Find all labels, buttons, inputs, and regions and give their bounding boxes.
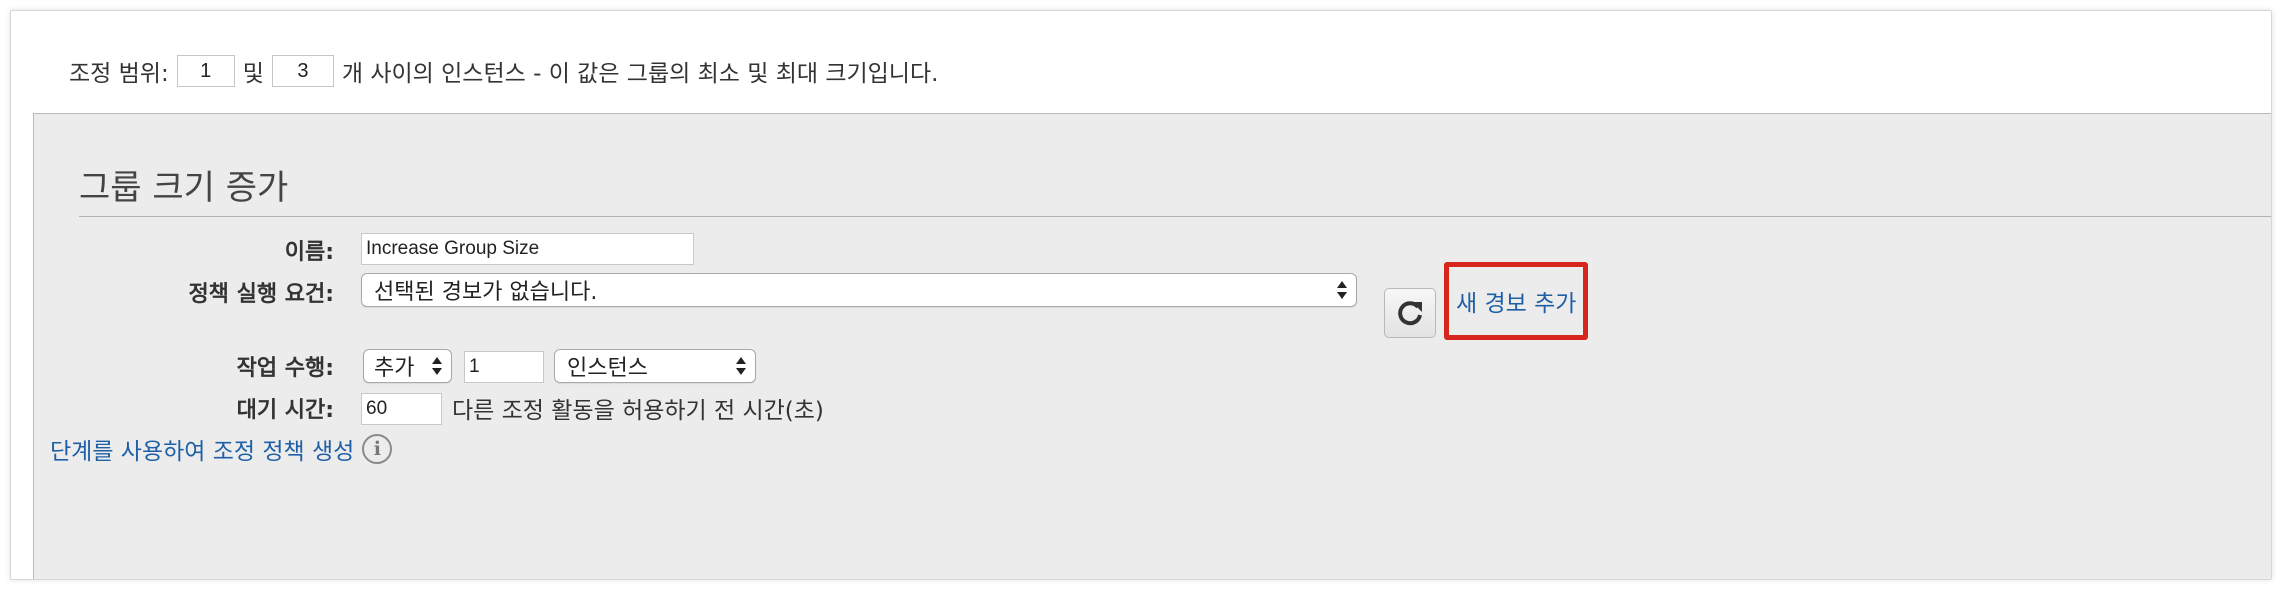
action-amount-input[interactable] <box>464 351 544 383</box>
cooldown-input[interactable] <box>361 393 442 425</box>
action-type-select[interactable]: 추가 <box>363 349 452 383</box>
cooldown-hint: 다른 조정 활동을 허용하기 전 시간(초) <box>452 398 824 424</box>
refresh-icon <box>1398 301 1422 326</box>
refresh-alarms-button[interactable] <box>1384 288 1436 338</box>
unit-select-value: 인스턴스 <box>567 356 648 381</box>
action-select-value: 추가 <box>374 356 415 381</box>
policy-name-input[interactable] <box>361 233 694 265</box>
range-prefix: 조정 범위: <box>69 61 169 87</box>
cooldown-label: 대기 시간: <box>236 398 334 423</box>
take-action-label: 작업 수행: <box>236 356 334 381</box>
select-arrows-icon <box>736 357 746 375</box>
alarm-select-value: 선택된 경보가 없습니다. <box>374 280 598 305</box>
name-label: 이름: <box>284 240 334 265</box>
create-step-policy-link[interactable]: 단계를 사용하여 조정 정책 생성 <box>50 432 354 466</box>
action-unit-select[interactable]: 인스턴스 <box>554 349 756 383</box>
scaling-policy-panel: 그룹 크기 증가 이름: 정책 실행 요건: 선택된 경보가 없습니다. 새 경… <box>33 113 2271 579</box>
min-instances-input[interactable] <box>176 55 235 87</box>
select-arrows-icon <box>432 357 442 375</box>
max-instances-input[interactable] <box>271 55 334 87</box>
add-new-alarm-link[interactable]: 새 경보 추가 <box>1456 284 1576 318</box>
select-arrows-icon <box>1337 281 1347 299</box>
range-suffix: 개 사이의 인스턴스 - 이 값은 그룹의 최소 및 최대 크기입니다. <box>341 61 939 87</box>
steps-policy-row: 단계를 사용하여 조정 정책 생성 i <box>50 432 393 466</box>
alarm-select[interactable]: 선택된 경보가 없습니다. <box>361 273 1357 307</box>
policy-title: 그룹 크기 증가 <box>79 168 289 208</box>
title-divider <box>79 216 2271 217</box>
page-frame: 조정 범위: 및 개 사이의 인스턴스 - 이 값은 그룹의 최소 및 최대 크… <box>10 10 2272 580</box>
range-and-text: 및 <box>242 61 264 87</box>
scaling-range-row: 조정 범위: 및 개 사이의 인스턴스 - 이 값은 그룹의 최소 및 최대 크… <box>69 51 938 91</box>
execute-when-label: 정책 실행 요건: <box>188 282 334 307</box>
info-icon[interactable]: i <box>362 434 393 464</box>
